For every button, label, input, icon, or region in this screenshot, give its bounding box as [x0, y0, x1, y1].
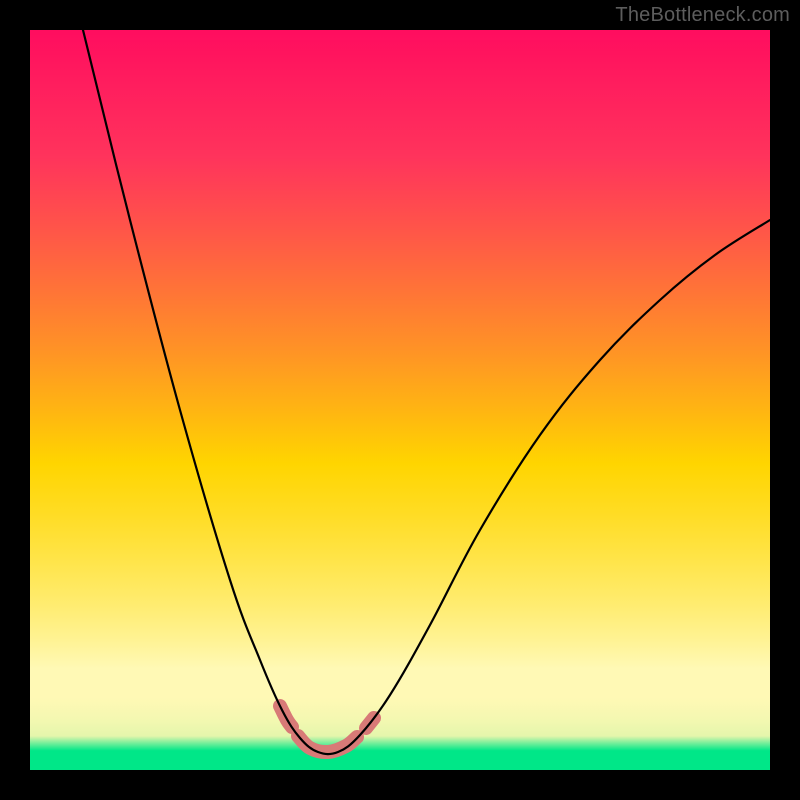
curve-svg: [30, 30, 770, 770]
chart-frame: TheBottleneck.com: [0, 0, 800, 800]
watermark-text: TheBottleneck.com: [615, 4, 790, 27]
plot-area: [30, 30, 770, 770]
main-curve: [83, 30, 770, 754]
